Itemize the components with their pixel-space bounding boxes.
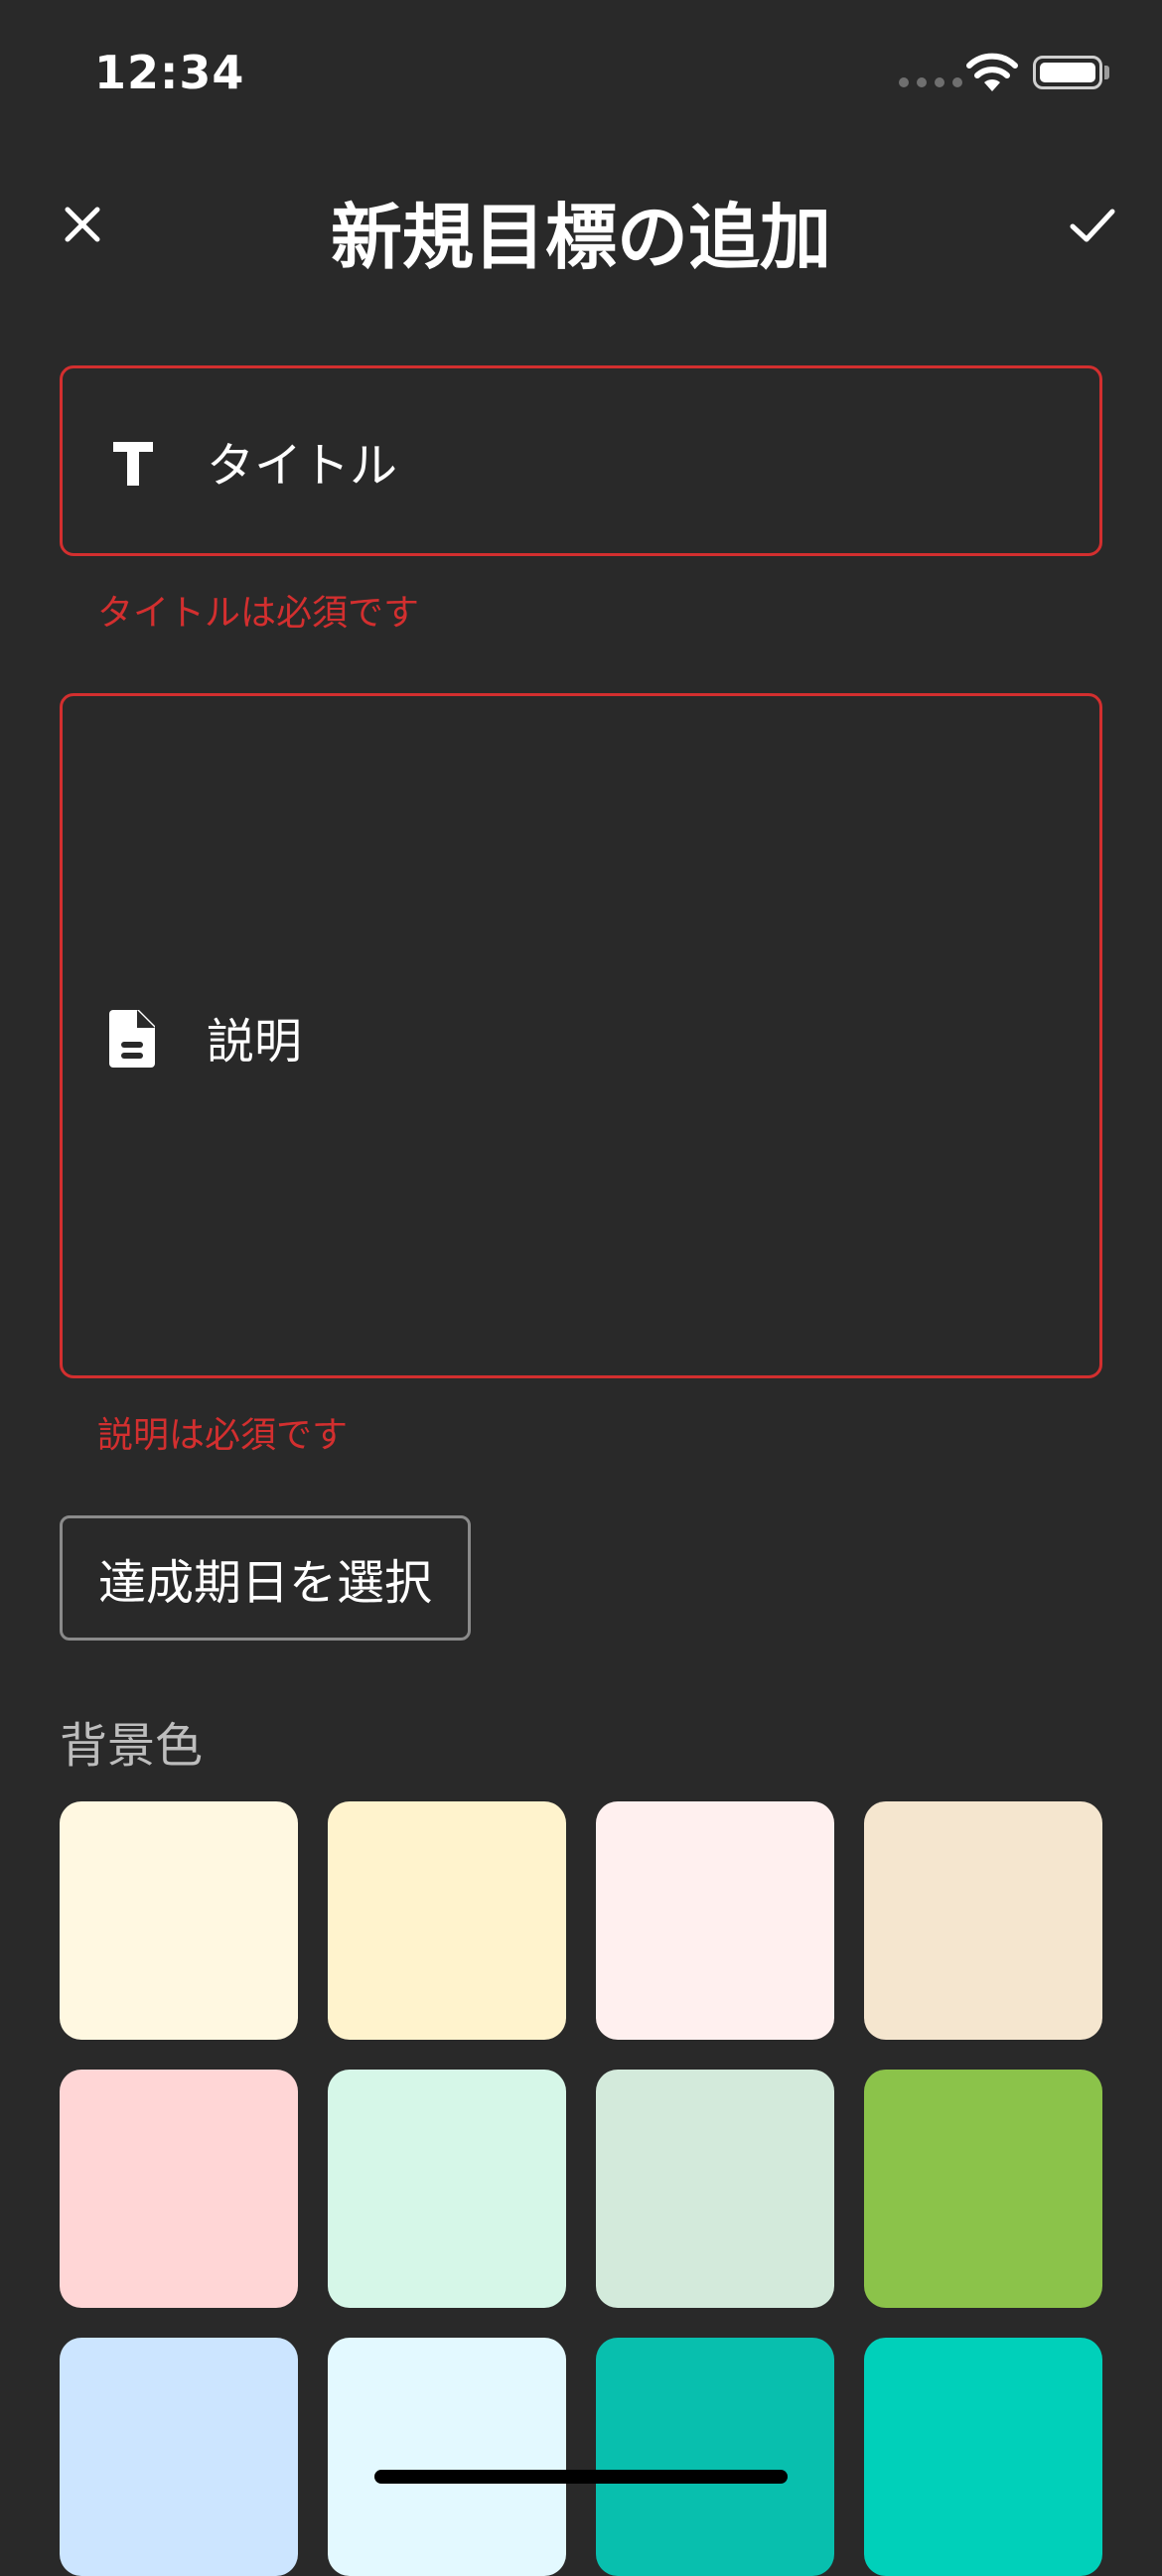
battery-icon <box>1033 56 1102 89</box>
color-swatch[interactable] <box>864 2338 1102 2576</box>
description-error-message: 説明は必須です <box>97 1415 349 1456</box>
cellular-signal-icon <box>899 77 962 87</box>
background-color-label: 背景色 <box>60 1718 204 1774</box>
color-swatch[interactable] <box>60 2070 298 2308</box>
select-due-date-button[interactable]: 達成期日を選択 <box>60 1515 471 1641</box>
color-swatch[interactable] <box>60 2338 298 2576</box>
color-swatch[interactable] <box>328 2070 566 2308</box>
color-swatch[interactable] <box>864 1801 1102 2040</box>
battery-cap <box>1104 66 1109 79</box>
description-placeholder: 説明 <box>207 1014 303 1070</box>
color-swatch[interactable] <box>596 2338 834 2576</box>
document-icon <box>109 1010 155 1068</box>
page-title: 新規目標の追加 <box>330 196 831 279</box>
background-color-grid <box>60 1801 1102 2576</box>
color-swatch[interactable] <box>60 1801 298 2040</box>
check-icon[interactable] <box>1065 197 1120 252</box>
title-placeholder: タイトル <box>207 438 398 494</box>
wifi-icon <box>966 53 1018 91</box>
color-swatch[interactable] <box>328 1801 566 2040</box>
color-swatch[interactable] <box>864 2070 1102 2308</box>
nav-bar: 新規目標の追加 <box>0 169 1162 279</box>
color-swatch[interactable] <box>328 2338 566 2576</box>
title-input[interactable]: タイトル <box>60 365 1102 556</box>
title-error-message: タイトルは必須です <box>97 593 420 634</box>
description-input[interactable]: 説明 <box>60 693 1102 1378</box>
status-bar: 12:34 <box>0 0 1162 149</box>
status-time: 12:34 <box>94 46 245 99</box>
home-indicator <box>374 2470 788 2484</box>
color-swatch[interactable] <box>596 2070 834 2308</box>
text-icon <box>113 442 153 486</box>
color-swatch[interactable] <box>596 1801 834 2040</box>
